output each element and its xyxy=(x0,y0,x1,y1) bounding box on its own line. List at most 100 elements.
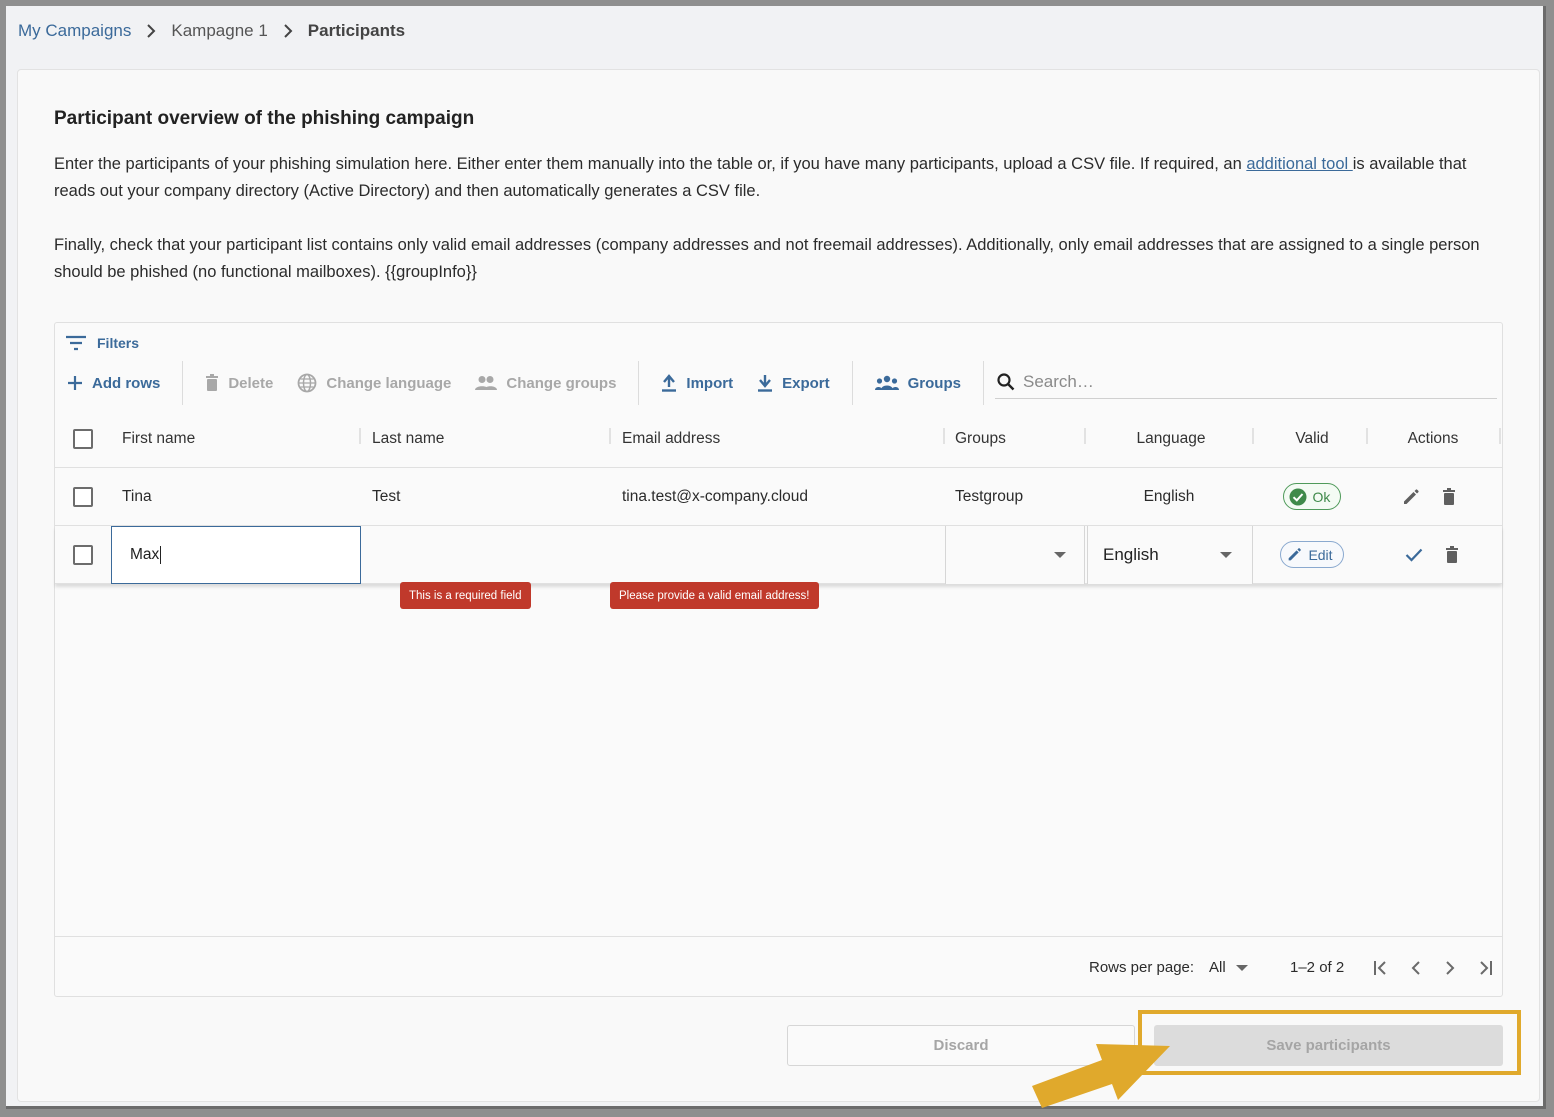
search-input[interactable] xyxy=(1023,371,1463,392)
add-rows-label: Add rows xyxy=(92,374,161,392)
export-button[interactable]: Export xyxy=(745,365,842,401)
cell-valid: Ok xyxy=(1254,468,1370,525)
dropdown-arrow-icon xyxy=(1220,552,1232,558)
delete-label: Delete xyxy=(228,374,274,392)
breadcrumb-my-campaigns[interactable]: My Campaigns xyxy=(18,21,131,41)
app-window: My Campaigns Kampagne 1 Participants Par… xyxy=(6,6,1546,1109)
select-all-cell xyxy=(73,411,93,467)
change-language-button[interactable]: Change language xyxy=(285,365,463,401)
next-page-icon[interactable] xyxy=(1443,960,1457,976)
cell-actions xyxy=(1402,468,1456,525)
text-caret xyxy=(160,546,162,564)
table-row[interactable]: Tina Test tina.test@x-company.cloud Test… xyxy=(55,468,1502,526)
check-icon xyxy=(1405,548,1423,562)
groups-button[interactable]: Groups xyxy=(863,365,973,401)
change-groups-button[interactable]: Change groups xyxy=(463,365,628,401)
cell-last-name[interactable]: Test xyxy=(372,468,400,525)
previous-page-icon[interactable] xyxy=(1409,960,1423,976)
valid-edit-badge: Edit xyxy=(1280,541,1344,568)
column-header-first-name[interactable]: First name xyxy=(122,411,195,467)
language-select-value: English xyxy=(1103,545,1159,564)
chevron-right-icon xyxy=(268,24,308,38)
confirm-row-button[interactable] xyxy=(1405,548,1423,562)
filters-label: Filters xyxy=(97,335,140,351)
cell-valid: Edit xyxy=(1254,526,1370,583)
column-separator[interactable] xyxy=(943,428,945,444)
row-checkbox[interactable] xyxy=(73,544,93,565)
column-header-email[interactable]: Email address xyxy=(622,411,720,467)
toolbar-divider xyxy=(851,361,853,405)
column-separator[interactable] xyxy=(609,428,611,444)
filter-icon xyxy=(66,335,86,351)
row-checkbox-cell xyxy=(73,468,93,525)
first-page-icon[interactable] xyxy=(1373,960,1389,976)
email-error-tooltip: Please provide a valid email address! xyxy=(610,582,819,609)
pagination-controls xyxy=(1373,937,1493,998)
rows-per-page-label: Rows per page: xyxy=(1089,959,1195,976)
pencil-icon xyxy=(1289,548,1302,561)
toolbar-divider xyxy=(982,361,984,405)
dropdown-arrow-icon xyxy=(1235,964,1248,971)
column-header-last-name[interactable]: Last name xyxy=(372,411,444,467)
highlight-frame xyxy=(1138,1010,1521,1075)
cell-actions xyxy=(1405,526,1459,583)
import-label: Import xyxy=(686,374,734,392)
column-separator xyxy=(1499,428,1501,444)
people-icon xyxy=(475,376,498,390)
delete-row-button[interactable] xyxy=(1445,545,1459,564)
table-header: First name Last name Email address Group… xyxy=(55,411,1502,468)
chevron-right-icon xyxy=(131,24,171,38)
table-row-editing[interactable]: Max English Edit xyxy=(55,526,1502,584)
add-rows-button[interactable]: Add rows xyxy=(55,365,172,401)
column-header-groups[interactable]: Groups xyxy=(955,411,1006,467)
column-header-valid[interactable]: Valid xyxy=(1254,411,1370,467)
intro-paragraph: Enter the participants of your phishing … xyxy=(54,151,1504,205)
intro-text: Enter the participants of your phishing … xyxy=(54,155,1247,173)
page-title: Participant overview of the phishing cam… xyxy=(54,108,475,129)
participants-card: Participant overview of the phishing cam… xyxy=(17,69,1540,1102)
column-header-language[interactable]: Language xyxy=(1086,411,1256,467)
filters-button[interactable]: Filters xyxy=(65,335,139,351)
breadcrumb-campaign[interactable]: Kampagne 1 xyxy=(171,21,267,41)
groups-label: Groups xyxy=(907,374,961,392)
row-checkbox[interactable] xyxy=(73,486,93,507)
delete-button[interactable]: Delete xyxy=(193,365,285,401)
pencil-icon xyxy=(1404,488,1419,504)
download-icon xyxy=(758,375,773,392)
breadcrumb: My Campaigns Kampagne 1 Participants xyxy=(18,19,405,43)
trash-icon xyxy=(206,374,219,391)
last-page-icon[interactable] xyxy=(1477,960,1493,976)
cell-email[interactable]: tina.test@x-company.cloud xyxy=(622,468,808,525)
language-select[interactable]: English xyxy=(1087,526,1253,584)
valid-ok-badge: Ok xyxy=(1282,483,1342,510)
dropdown-arrow-icon xyxy=(1054,552,1066,558)
search-box xyxy=(995,365,1497,399)
additional-tool-link[interactable]: additional tool xyxy=(1246,155,1352,173)
select-all-checkbox[interactable] xyxy=(73,429,93,449)
upload-icon xyxy=(662,374,677,392)
groups-select[interactable] xyxy=(945,526,1085,584)
groups-icon xyxy=(874,375,899,390)
rows-per-page-select[interactable]: All xyxy=(1209,937,1248,998)
last-name-error-tooltip: This is a required field xyxy=(400,582,531,609)
cell-first-name[interactable]: Tina xyxy=(122,468,152,525)
first-name-input-value: Max xyxy=(130,546,160,563)
cell-groups[interactable]: Testgroup xyxy=(955,468,1023,525)
validation-paragraph: Finally, check that your participant lis… xyxy=(54,236,1480,281)
change-groups-label: Change groups xyxy=(506,374,617,392)
import-button[interactable]: Import xyxy=(649,365,745,401)
rows-per-page-value: All xyxy=(1209,959,1226,976)
valid-edit-label: Edit xyxy=(1308,546,1333,563)
delete-row-button[interactable] xyxy=(1442,487,1456,506)
check-circle-icon xyxy=(1289,488,1307,505)
change-language-label: Change language xyxy=(326,374,452,392)
pagination-range: 1–2 of 2 xyxy=(1290,959,1345,976)
participants-grid: Filters Add rows Delete Change language xyxy=(54,322,1503,997)
first-name-input[interactable]: Max xyxy=(111,526,361,584)
edit-row-button[interactable] xyxy=(1402,488,1420,506)
globe-icon xyxy=(297,373,317,393)
column-separator[interactable] xyxy=(359,428,361,444)
toolbar-divider xyxy=(182,361,184,405)
toolbar-divider xyxy=(638,361,640,405)
cell-language[interactable]: English xyxy=(1086,468,1252,525)
